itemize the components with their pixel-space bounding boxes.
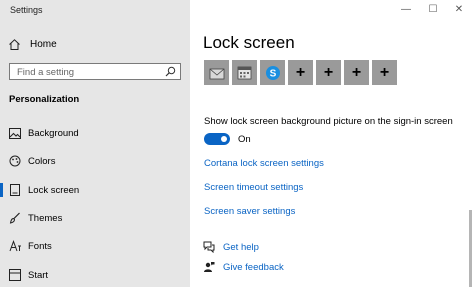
sidebar-item-label: Colors — [28, 155, 56, 167]
quick-status-add-button[interactable]: + — [316, 60, 341, 85]
close-button[interactable]: ✕ — [452, 3, 466, 15]
sidebar-item-fonts[interactable]: Fonts — [0, 236, 190, 256]
page-title: Lock screen — [203, 33, 295, 52]
app-title: Settings — [10, 5, 43, 15]
quick-status-app-mail[interactable] — [204, 60, 229, 85]
quick-status-app-calendar[interactable] — [232, 60, 257, 85]
sidebar: Settings Home Find a setting Personaliza… — [0, 0, 190, 287]
maximize-button[interactable]: ☐ — [426, 3, 440, 15]
toggle-knob — [221, 136, 227, 142]
add-icon: + — [323, 63, 334, 81]
feedback-icon — [204, 262, 215, 272]
quick-status-app-skype[interactable]: S — [260, 60, 285, 85]
sidebar-item-label: Themes — [28, 212, 63, 224]
cortana-lock-screen-settings-link[interactable]: Cortana lock screen settings — [204, 158, 324, 169]
font-icon — [8, 239, 22, 253]
quick-status-add-button[interactable]: + — [372, 60, 397, 85]
give-feedback-label: Give feedback — [223, 261, 284, 273]
section-title: Personalization — [9, 94, 80, 105]
give-feedback-link[interactable]: Give feedback — [203, 261, 284, 273]
home-icon — [9, 38, 20, 50]
image-icon — [8, 126, 22, 140]
quick-status-add-button[interactable]: + — [344, 60, 369, 85]
screen-saver-settings-link[interactable]: Screen saver settings — [204, 206, 295, 217]
sidebar-item-label: Background — [28, 127, 79, 139]
sidebar-item-lock-screen[interactable]: Lock screen — [0, 180, 190, 200]
signin-background-label: Show lock screen background picture on t… — [204, 116, 453, 127]
get-help-label: Get help — [223, 241, 259, 253]
add-icon: + — [351, 63, 362, 81]
brush-icon — [8, 211, 22, 225]
sidebar-item-themes[interactable]: Themes — [0, 208, 190, 228]
palette-icon — [8, 154, 22, 168]
add-icon: + — [295, 63, 306, 81]
toggle-state-label: On — [238, 134, 251, 145]
screen-timeout-settings-link[interactable]: Screen timeout settings — [204, 182, 303, 193]
minimize-button[interactable]: — — [399, 3, 413, 15]
search-input[interactable]: Find a setting — [9, 63, 181, 80]
add-icon: + — [379, 63, 390, 81]
get-help-link[interactable]: Get help — [203, 241, 259, 253]
calendar-icon — [237, 66, 252, 80]
sidebar-item-home[interactable]: Home — [8, 36, 178, 52]
scrollbar[interactable] — [469, 210, 472, 287]
svg-text:S: S — [269, 68, 276, 79]
lock-screen-icon — [8, 183, 22, 197]
sidebar-item-start[interactable]: Start — [0, 265, 190, 285]
quick-status-apps: S + + + + — [204, 60, 397, 85]
search-icon[interactable] — [165, 66, 176, 77]
sidebar-item-colors[interactable]: Colors — [0, 151, 190, 171]
signin-background-toggle[interactable] — [204, 133, 230, 145]
sidebar-item-label: Lock screen — [28, 184, 80, 196]
skype-icon: S — [265, 65, 280, 80]
quick-status-add-button[interactable]: + — [288, 60, 313, 85]
sidebar-item-background[interactable]: Background — [0, 123, 190, 143]
search-placeholder: Find a setting — [17, 67, 75, 78]
chat-help-icon — [203, 241, 215, 253]
mail-icon — [209, 68, 224, 79]
sidebar-item-label: Start — [28, 269, 49, 281]
home-label: Home — [30, 38, 57, 50]
start-icon — [8, 268, 22, 282]
sidebar-item-label: Fonts — [28, 240, 52, 252]
